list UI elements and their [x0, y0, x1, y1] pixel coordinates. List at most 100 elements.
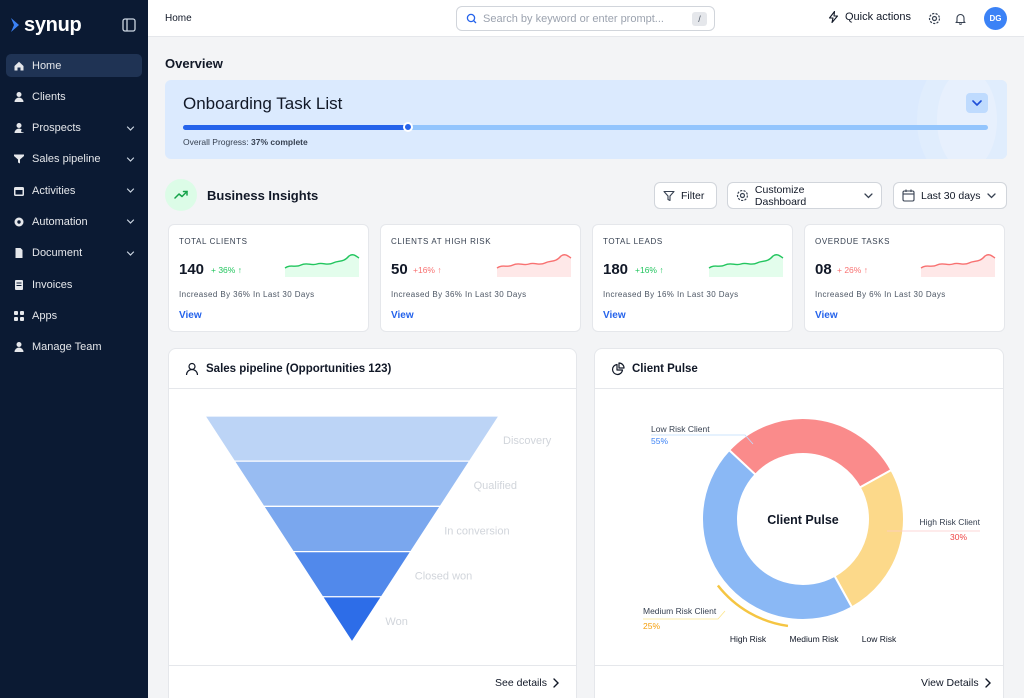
synup-logo-icon [11, 18, 19, 32]
chevron-down-icon[interactable] [126, 217, 135, 226]
decorative-circle [937, 80, 997, 159]
chevron-down-icon[interactable] [126, 186, 135, 195]
sidebar-item-activities[interactable]: Activities [6, 179, 142, 202]
search-shortcut-badge: / [692, 12, 707, 26]
chevron-down-icon [986, 192, 996, 198]
legend-low-risk: Low Risk [862, 634, 897, 644]
progress-summary: Overall Progress: 37% complete [183, 137, 308, 147]
kpi-label: TOTAL LEADS [603, 237, 663, 246]
search-sparkle-icon [466, 13, 477, 24]
chevron-down-icon [864, 192, 873, 198]
chevron-down-icon [972, 99, 982, 106]
sidebar-item-apps[interactable]: Apps [6, 304, 142, 327]
date-range-select[interactable]: Last 30 days [893, 182, 1007, 209]
sparkline-chart [284, 254, 360, 277]
see-details-link[interactable]: See details [495, 677, 559, 689]
see-details-label: See details [495, 677, 547, 689]
settings-gear-icon[interactable] [928, 12, 941, 25]
sidebar: synup Home Clients Prospects Sales pipeline… [0, 0, 148, 698]
breadcrumb[interactable]: Home [165, 13, 192, 24]
sidebar-nav: Home Clients Prospects Sales pipeline Activi… [6, 54, 142, 367]
sidebar-item-label: Apps [32, 309, 58, 322]
kpi-card: CLIENTS AT HIGH RISK 50 +16% ↑ Increased By… [380, 224, 581, 332]
sidebar-item-clients[interactable]: Clients [6, 85, 142, 108]
medium-risk-percent: 25% [643, 621, 660, 631]
sidebar-item-automation[interactable]: Automation [6, 210, 142, 233]
sidebar-toggle-icon[interactable] [122, 18, 136, 32]
home-icon [13, 60, 25, 72]
kpi-change: +16% ↑ [635, 265, 664, 275]
funnel-stage-discovery[interactable] [203, 415, 501, 462]
sidebar-item-label: Home [32, 59, 62, 72]
view-details-link[interactable]: View Details [921, 677, 991, 689]
sidebar-item-label: Sales pipeline [32, 153, 101, 166]
low-risk-label: Low Risk Client [651, 424, 710, 434]
funnel-stage-in-conversion[interactable] [262, 505, 442, 553]
funnel-stage-closed-won[interactable] [292, 551, 412, 598]
client-pulse-header: Client Pulse [595, 349, 1003, 389]
quick-actions-button[interactable]: Quick actions [828, 11, 911, 23]
funnel-icon [13, 153, 25, 165]
trending-up-icon [165, 179, 197, 211]
progress-value: 37% complete [251, 137, 308, 147]
kpi-label: TOTAL CLIENTS [179, 237, 248, 246]
kpi-value: 50 [391, 261, 408, 278]
sales-pipeline-panel: Sales pipeline (Opportunities 123) Disco… [168, 348, 577, 698]
kpi-view-link[interactable]: View [179, 310, 202, 321]
sidebar-item-sales-pipeline[interactable]: Sales pipeline [6, 148, 142, 171]
kpi-view-link[interactable]: View [603, 310, 626, 321]
kpi-view-link[interactable]: View [391, 310, 414, 321]
sparkline-chart [496, 254, 572, 277]
filter-button[interactable]: Filter [654, 182, 717, 209]
progress-fill [183, 125, 409, 130]
kpi-card: TOTAL LEADS 180 +16% ↑ Increased By 16% In … [592, 224, 793, 332]
sales-pipeline-title: Sales pipeline (Opportunities 123) [206, 362, 392, 375]
kpi-view-link[interactable]: View [815, 310, 838, 321]
onboarding-progress-bar [183, 122, 988, 132]
funnel-stage-label: Discovery [503, 435, 552, 447]
donut-segment-medium-risk-client[interactable] [833, 468, 905, 609]
search-input[interactable] [483, 12, 683, 25]
sidebar-item-invoices[interactable]: Invoices [6, 273, 142, 296]
funnel-stage-qualified[interactable] [233, 460, 471, 507]
funnel-stage-label: Qualified [474, 480, 517, 492]
chevron-down-icon[interactable] [126, 249, 135, 258]
funnel-stage-label: Closed won [415, 571, 472, 583]
kpi-label: OVERDUE TASKS [815, 237, 891, 246]
medium-risk-label: Medium Risk Client [643, 606, 717, 616]
quick-actions-label: Quick actions [845, 11, 912, 23]
sidebar-item-prospects[interactable]: Prospects [6, 117, 142, 140]
funnel-stage-label: Won [385, 616, 407, 628]
pie-chart-icon [611, 361, 625, 375]
customize-dashboard-button[interactable]: Customize Dashboard [727, 182, 882, 209]
sales-funnel-chart: Discovery Qualified In conversion Closed wo… [203, 415, 552, 644]
sidebar-item-label: Invoices [32, 278, 73, 291]
sidebar-item-label: Document [32, 247, 83, 260]
notification-bell-icon[interactable] [954, 12, 967, 25]
low-risk-percent: 55% [651, 436, 668, 446]
kpi-description: Increased By 6% In Last 30 Days [815, 290, 946, 299]
search-box[interactable]: / [456, 6, 715, 31]
sidebar-item-document[interactable]: Document [6, 242, 142, 265]
business-insights-title: Business Insights [207, 188, 319, 203]
expand-onboarding-button[interactable] [966, 93, 988, 113]
chevron-down-icon[interactable] [126, 155, 135, 164]
sidebar-item-label: Prospects [32, 122, 81, 135]
user-avatar[interactable]: DG [984, 7, 1007, 30]
lightning-icon [828, 11, 839, 23]
chevron-right-icon [984, 678, 991, 688]
chevron-down-icon[interactable] [126, 124, 135, 133]
client-pulse-donut-chart: Client Pulse Low Risk Client 55% High Risk … [643, 417, 981, 644]
high-risk-label: High Risk Client [920, 517, 981, 527]
brand-logo[interactable]: synup [10, 12, 82, 38]
settings-gear-icon [736, 189, 749, 202]
sidebar-item-manage-team[interactable]: Manage Team [6, 336, 142, 359]
calendar-icon [13, 185, 25, 197]
kpi-value: 08 [815, 261, 832, 278]
funnel-stage-won[interactable] [321, 596, 383, 644]
page-title: Overview [165, 56, 223, 71]
sidebar-item-home[interactable]: Home [6, 54, 142, 77]
sidebar-item-label: Automation [32, 215, 88, 228]
panel-footer: View Details [595, 665, 1003, 698]
sales-pipeline-header: Sales pipeline (Opportunities 123) [169, 349, 576, 389]
